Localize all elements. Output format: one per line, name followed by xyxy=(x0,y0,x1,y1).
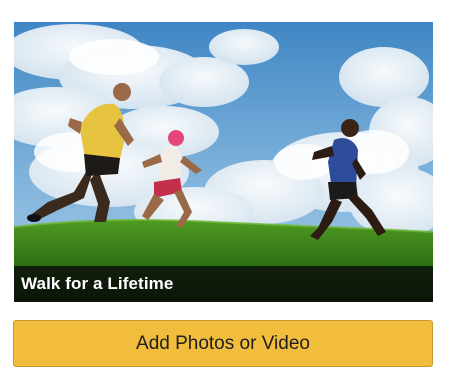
story-card[interactable]: Walk for a Lifetime xyxy=(14,22,433,302)
add-photos-or-video-button[interactable]: Add Photos or Video xyxy=(13,320,433,367)
caption-bar: Walk for a Lifetime xyxy=(14,266,433,302)
card-caption: Walk for a Lifetime xyxy=(21,274,174,293)
runners-photo xyxy=(14,22,433,302)
